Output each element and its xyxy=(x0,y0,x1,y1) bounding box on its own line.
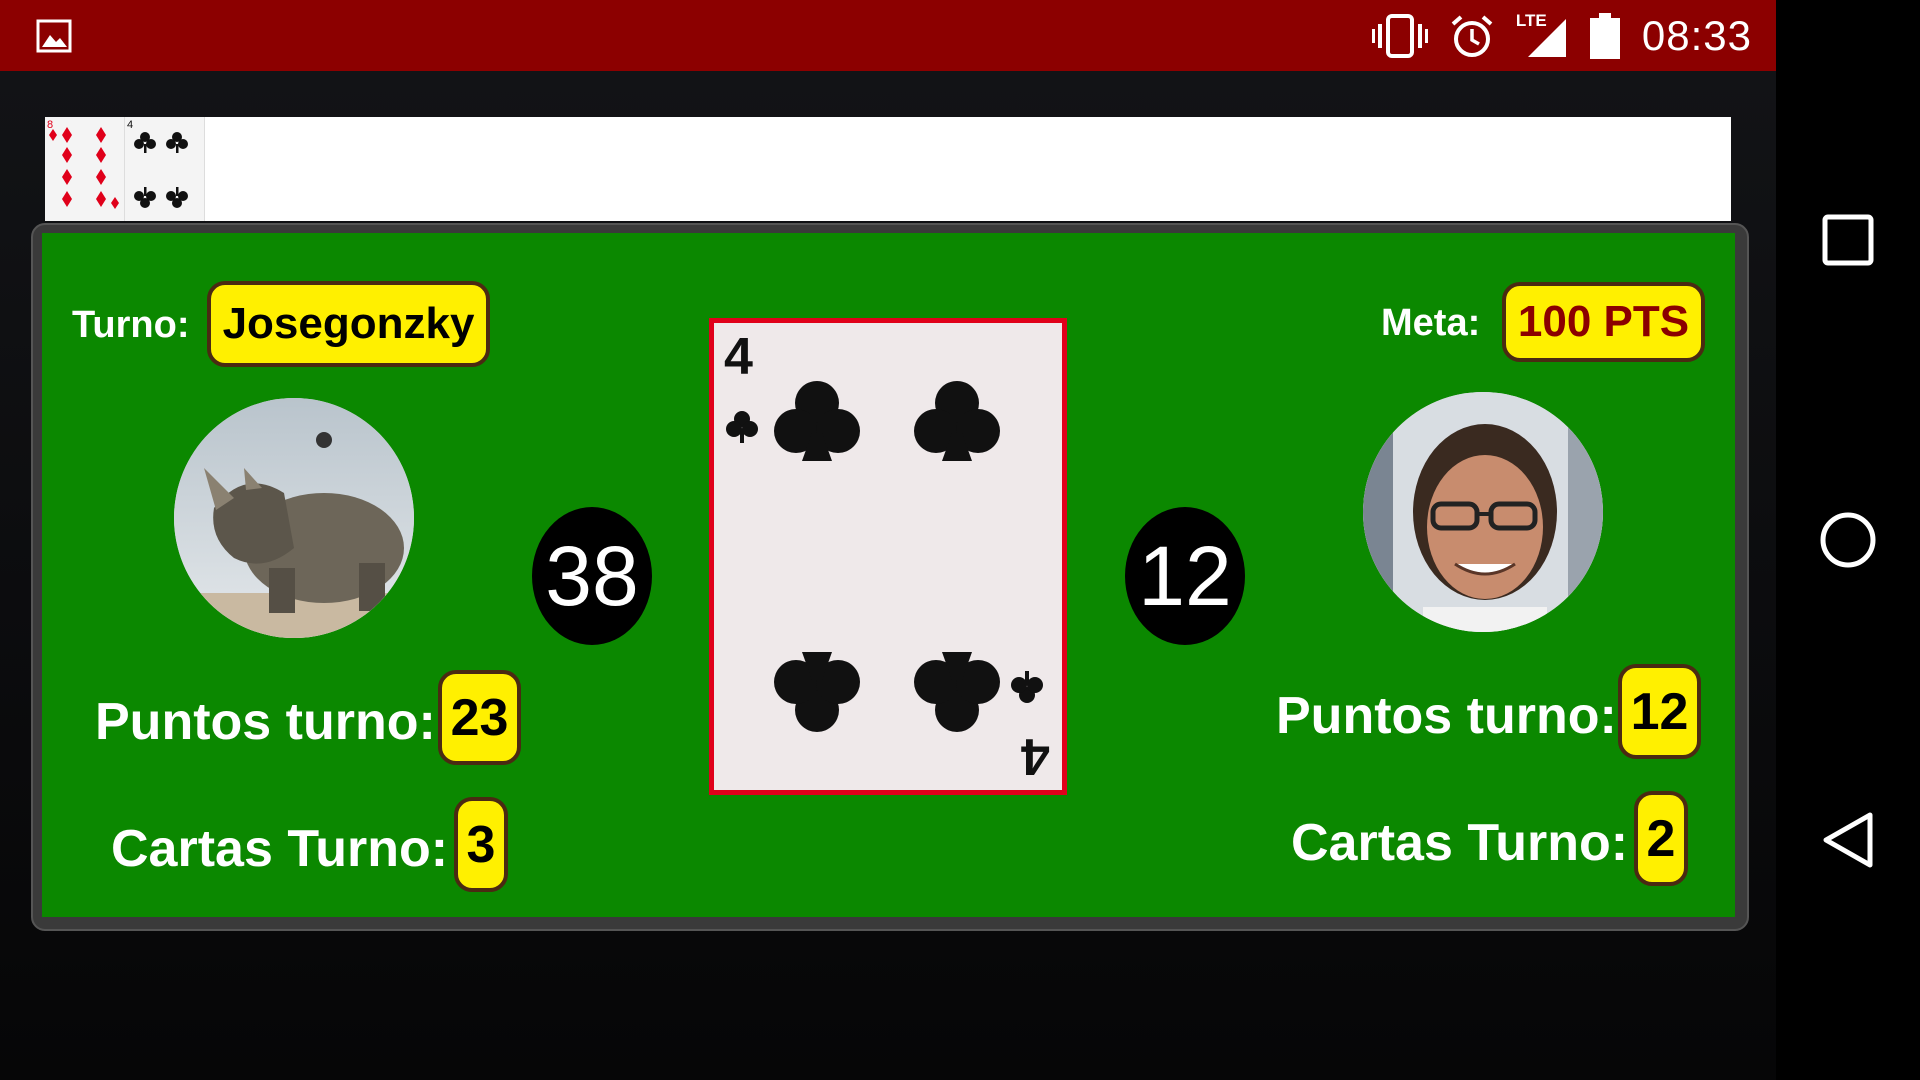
mini-card-8-diamonds: 8 xyxy=(45,117,125,221)
club-icon xyxy=(774,381,860,461)
home-icon xyxy=(1820,512,1876,568)
mini-card-4-clubs: 4 xyxy=(125,117,205,221)
turn-player-badge: Josegonzky xyxy=(207,281,490,367)
recents-button[interactable] xyxy=(1816,208,1880,272)
back-icon xyxy=(1823,812,1873,868)
mini-card-rank-top: 8 xyxy=(47,119,53,131)
left-player-score: 38 xyxy=(532,507,652,645)
rhino-avatar-icon xyxy=(174,398,414,638)
image-notification-icon xyxy=(36,19,72,53)
club-icon xyxy=(774,652,860,732)
right-turn-cards-badge: 2 xyxy=(1634,791,1688,886)
club-icon xyxy=(914,381,1000,461)
left-turn-points-badge: 23 xyxy=(438,670,521,765)
left-turn-cards-label: Cartas Turno: xyxy=(111,820,449,878)
back-button[interactable] xyxy=(1816,808,1880,872)
current-card[interactable]: 4 4 xyxy=(709,318,1067,795)
left-turn-cards-badge: 3 xyxy=(454,797,508,892)
mini-card-rank-top: 4 xyxy=(127,119,133,131)
lte-signal-icon: LTE xyxy=(1516,11,1568,59)
club-pips xyxy=(726,381,1043,732)
battery-icon xyxy=(1589,12,1620,59)
man-avatar-icon xyxy=(1363,392,1603,632)
right-turn-points-badge: 12 xyxy=(1618,664,1701,759)
left-player-avatar[interactable] xyxy=(174,398,414,638)
clock: 08:33 xyxy=(1641,11,1752,59)
right-player-score: 12 xyxy=(1125,507,1245,645)
alarm-icon xyxy=(1451,14,1493,57)
club-icon xyxy=(726,411,758,443)
played-cards-strip: 8 4 xyxy=(45,117,1731,221)
vibrate-icon xyxy=(1371,13,1428,58)
home-button[interactable] xyxy=(1816,508,1880,572)
club-icon xyxy=(914,652,1000,732)
right-player-avatar[interactable] xyxy=(1363,392,1603,632)
system-navigation-bar xyxy=(1776,0,1920,1080)
recents-icon xyxy=(1822,214,1874,266)
card-face xyxy=(726,381,1043,732)
left-turn-points-label: Puntos turno: xyxy=(95,693,436,751)
status-bar: LTE 08:33 xyxy=(0,0,1776,71)
goal-badge: 100 PTS xyxy=(1502,282,1705,362)
turn-label: Turno: xyxy=(72,304,190,346)
goal-label: Meta: xyxy=(1381,302,1481,344)
right-turn-cards-label: Cartas Turno: xyxy=(1291,814,1629,872)
club-icon xyxy=(1011,671,1043,703)
right-turn-points-label: Puntos turno: xyxy=(1276,687,1617,745)
